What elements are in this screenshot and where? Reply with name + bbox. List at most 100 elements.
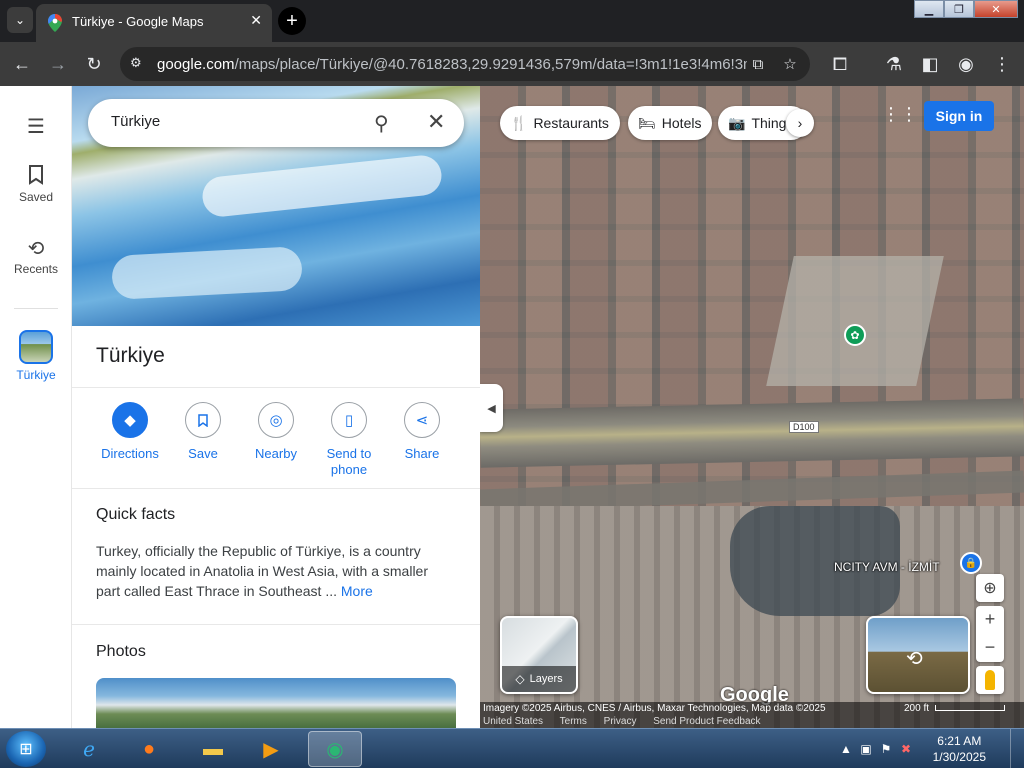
browser-tab-active[interactable]: Türkiye - Google Maps ✕: [36, 4, 272, 42]
show-desktop-button[interactable]: [1010, 729, 1024, 768]
windows-taskbar: ⊞ ℯ ● ▬ ▶ ◉ ▲ ▣ ⚑ ✖ 6:21 AM 1/30/2025: [0, 728, 1024, 768]
screen: ⌄ Türkiye - Google Maps ✕ + ▁ ❐ ✕ ← → ↻ …: [0, 0, 1024, 768]
taskbar-media-player[interactable]: ▶: [244, 731, 298, 767]
my-location-button[interactable]: ⊕: [976, 574, 1004, 602]
rotate-360-icon: ⟲: [906, 648, 923, 670]
quick-facts-title: Quick facts: [96, 506, 176, 523]
restore-window-button[interactable]: ❐: [944, 0, 974, 18]
map-footer-links: United States Terms Privacy Send Product…: [480, 716, 1024, 728]
zoom-out-button[interactable]: −: [985, 634, 996, 662]
show-hidden-icons-icon[interactable]: ▲: [838, 741, 854, 757]
tab-search-button[interactable]: ⌄: [7, 7, 33, 33]
nearby-icon: ◎: [258, 402, 294, 438]
map-highway: [480, 398, 1024, 468]
footer-link-feedback[interactable]: Send Product Feedback: [653, 716, 760, 727]
reload-icon[interactable]: ↻: [82, 52, 106, 76]
extensions-icon[interactable]: ⧠: [828, 52, 852, 76]
directions-button[interactable]: ◆ Directions: [93, 402, 167, 462]
windows-logo-icon: ⊞: [19, 741, 33, 758]
chip-hotels[interactable]: 🛏 Hotels: [628, 106, 712, 140]
media-player-icon: ▶: [263, 738, 279, 761]
street-view-preview[interactable]: ⟲: [866, 616, 970, 694]
search-box[interactable]: Türkiye ⚲ ✕: [88, 99, 464, 147]
zoom-in-button[interactable]: +: [985, 606, 996, 634]
profile-avatar-icon[interactable]: ◉: [954, 52, 978, 76]
taskbar-clock[interactable]: 6:21 AM 1/30/2025: [933, 733, 986, 765]
divider: [72, 488, 480, 489]
place-thumbnail: [19, 330, 53, 364]
directions-label: Directions: [101, 446, 159, 461]
place-title: Türkiye: [96, 344, 165, 367]
rail-item-saved[interactable]: Saved: [0, 164, 72, 204]
labs-flask-icon[interactable]: ⚗: [882, 52, 906, 76]
side-panel-icon[interactable]: ◧: [918, 52, 942, 76]
chip-hotels-label: Hotels: [661, 115, 702, 131]
share-button[interactable]: ⋖ Share: [385, 402, 459, 462]
system-tray: ▲ ▣ ⚑ ✖ 6:21 AM 1/30/2025: [834, 729, 1024, 768]
layers-label-bar: ◇ Layers: [502, 666, 576, 692]
collapse-panel-button[interactable]: ◀: [480, 384, 503, 432]
install-app-icon[interactable]: ⧉: [748, 54, 768, 74]
share-icon: ⋖: [404, 402, 440, 438]
bed-icon: 🛏: [638, 114, 656, 131]
poi-label[interactable]: NCITY AVM - İZMİT: [834, 560, 940, 574]
place-photo[interactable]: [96, 678, 456, 728]
start-button[interactable]: ⊞: [6, 731, 46, 767]
tab-close-icon[interactable]: ✕: [250, 12, 262, 29]
chip-restaurants[interactable]: 🍴 Restaurants: [500, 106, 620, 140]
layers-label: Layers: [529, 673, 563, 685]
pegman-button[interactable]: [976, 666, 1004, 694]
action-buttons: ◆ Directions Save ◎ Nearby ▯ Send to pho…: [72, 402, 480, 490]
taskbar-firefox[interactable]: ●: [122, 731, 176, 767]
back-arrow-icon[interactable]: ←: [10, 52, 34, 76]
more-link[interactable]: More: [341, 583, 373, 599]
maps-side-rail: ☰ Saved ⟲ Recents Türkiye: [0, 86, 72, 728]
volume-muted-icon[interactable]: ✖: [898, 741, 914, 757]
map-scale-label: 200 ft: [904, 703, 930, 714]
rail-item-recents[interactable]: ⟲ Recents: [0, 236, 72, 276]
footer-link-country[interactable]: United States: [483, 716, 543, 727]
taskbar-internet-explorer[interactable]: ℯ: [62, 731, 116, 767]
taskbar-file-explorer[interactable]: ▬: [186, 731, 240, 767]
action-center-flag-icon[interactable]: ⚑: [878, 741, 894, 757]
google-apps-icon[interactable]: ⋮⋮⋮: [882, 104, 936, 128]
chrome-menu-icon[interactable]: ⋮: [990, 52, 1014, 76]
quick-facts-body: Turkey, officially the Republic of Türki…: [96, 543, 429, 599]
layers-button[interactable]: ◇ Layers: [500, 616, 578, 694]
map-scale-bar: [935, 705, 1006, 712]
send-to-phone-icon: ▯: [331, 402, 367, 438]
network-icon[interactable]: ▣: [858, 741, 874, 757]
nearby-button[interactable]: ◎ Nearby: [239, 402, 313, 462]
sign-in-button[interactable]: Sign in: [924, 101, 994, 131]
new-tab-button[interactable]: +: [278, 7, 306, 35]
map-scale[interactable]: 200 ft: [904, 702, 1006, 716]
search-icon[interactable]: ⚲: [374, 111, 389, 136]
tab-title: Türkiye - Google Maps: [72, 14, 204, 29]
close-window-button[interactable]: ✕: [974, 0, 1018, 18]
satellite-map[interactable]: ◀ 🍴Restaurants 🛏Hotels 📷Things to do › ⋮…: [480, 86, 1024, 728]
menu-button[interactable]: ☰: [0, 114, 72, 140]
rail-item-saved-label: Saved: [18, 190, 54, 204]
rail-item-turkiye[interactable]: Türkiye: [0, 330, 72, 382]
search-input[interactable]: Türkiye: [111, 113, 160, 130]
close-icon[interactable]: ✕: [427, 109, 445, 135]
url-text: google.com/maps/place/Türkiye/@40.761828…: [157, 56, 747, 73]
bookmark-star-icon[interactable]: ☆: [780, 54, 800, 74]
taskbar-chrome[interactable]: ◉: [308, 731, 362, 767]
park-poi-icon[interactable]: ✿: [844, 324, 866, 346]
save-button[interactable]: Save: [166, 402, 240, 462]
forward-arrow-icon[interactable]: →: [46, 52, 70, 76]
send-to-phone-button[interactable]: ▯ Send to phone: [312, 402, 386, 478]
minimize-window-button[interactable]: ▁: [914, 0, 944, 18]
chips-next-button[interactable]: ›: [786, 109, 814, 137]
site-info-icon[interactable]: ⚙: [130, 55, 148, 73]
footer-link-terms[interactable]: Terms: [560, 716, 587, 727]
firefox-icon: ●: [142, 737, 156, 760]
address-bar[interactable]: ⚙ google.com/maps/place/Türkiye/@40.7618…: [120, 47, 810, 81]
camera-icon: 📷: [728, 114, 746, 131]
directions-icon: ◆: [112, 402, 148, 438]
footer-link-privacy[interactable]: Privacy: [604, 716, 637, 727]
divider: [72, 624, 480, 625]
shopping-pin-icon[interactable]: 🔒: [960, 552, 982, 574]
layers-icon: ◇: [515, 672, 525, 686]
